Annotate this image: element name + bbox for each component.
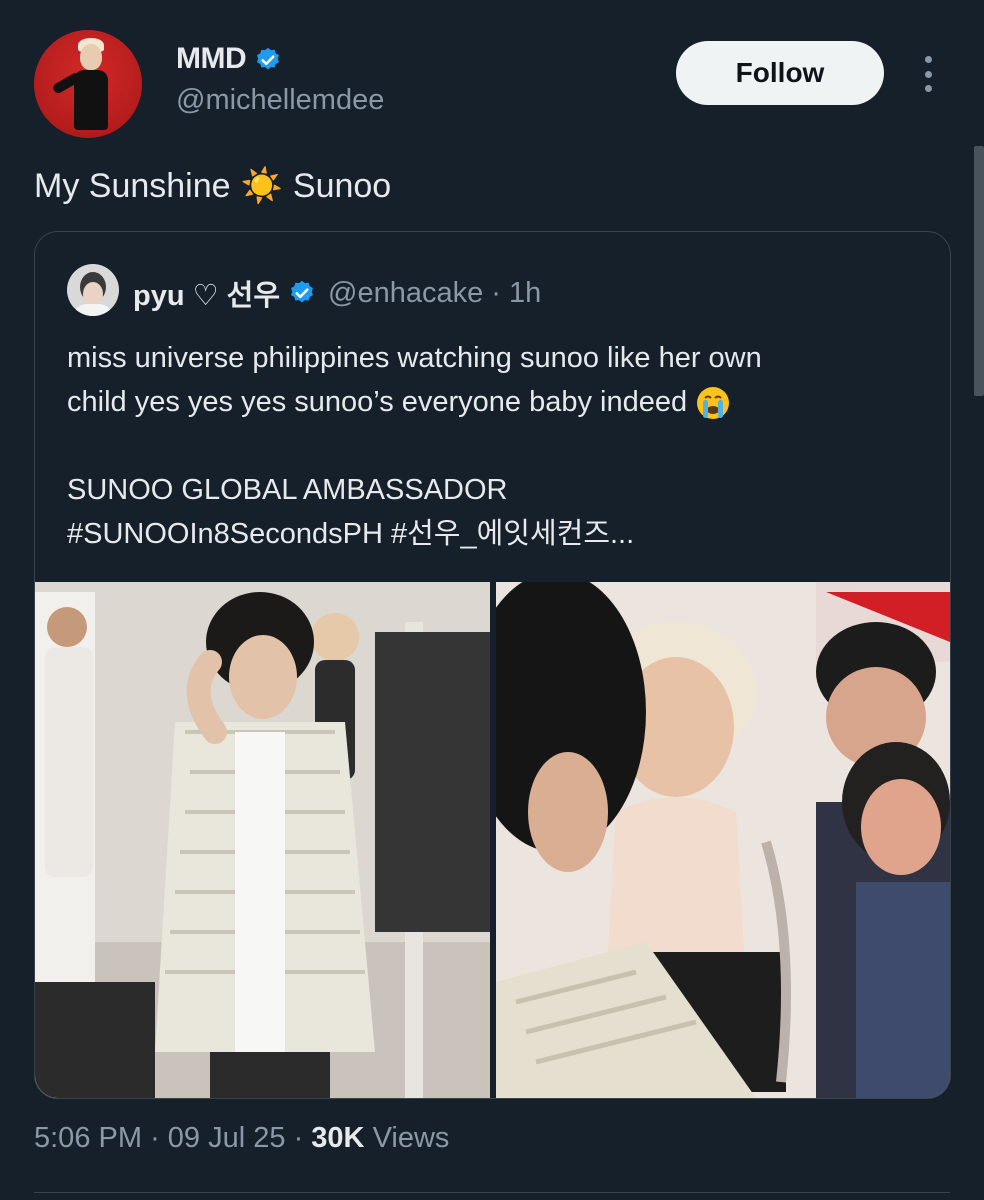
tweet-text-end: Sunoo bbox=[292, 166, 392, 205]
quoted-author-name[interactable]: pyu ♡ 선우 bbox=[133, 272, 280, 314]
sun-emoji-icon: ☀️ bbox=[240, 167, 283, 205]
author-name-row[interactable]: MMD bbox=[176, 42, 282, 76]
dot bbox=[924, 56, 932, 63]
avatar-dress bbox=[74, 70, 108, 130]
scrollbar[interactable] bbox=[974, 146, 984, 396]
dot bbox=[924, 70, 932, 78]
quoted-line: miss universe philippines watching sunoo… bbox=[67, 342, 762, 374]
quoted-text: miss universe philippines watching sunoo… bbox=[67, 336, 927, 556]
avatar-face bbox=[80, 44, 102, 70]
post-time[interactable]: 5:06 PM bbox=[34, 1122, 142, 1154]
quoted-author-handle[interactable]: @enhacake bbox=[328, 277, 483, 310]
dot bbox=[924, 85, 932, 92]
tweet-text-start: My Sunshine bbox=[34, 166, 231, 205]
author-name[interactable]: MMD bbox=[176, 42, 247, 75]
quoted-time[interactable]: · 1h bbox=[491, 277, 541, 310]
tweet-text: My Sunshine ☀️ Sunoo bbox=[34, 166, 391, 206]
more-options-icon[interactable] bbox=[918, 56, 938, 92]
quoted-line-with-emoji: child yes yes yes sunoo’s everyone baby … bbox=[67, 380, 927, 424]
photo-2-scene bbox=[496, 582, 950, 1098]
quoted-media[interactable] bbox=[35, 582, 950, 1098]
views-count[interactable]: 30K bbox=[311, 1122, 364, 1154]
quoted-hashtags[interactable]: #SUNOOIn8SecondsPH #선우_에잇세컨즈... bbox=[67, 512, 927, 556]
avatar-shirt bbox=[73, 304, 113, 316]
photo-2[interactable] bbox=[496, 582, 950, 1098]
verified-badge-icon bbox=[257, 47, 279, 70]
divider bbox=[34, 1192, 950, 1193]
avatar-face bbox=[83, 282, 103, 306]
verified-badge-icon bbox=[291, 280, 313, 303]
crying-face-icon bbox=[697, 387, 730, 420]
quoted-line: SUNOO GLOBAL AMBASSADOR bbox=[67, 474, 508, 506]
author-handle[interactable]: @michellemdee bbox=[176, 84, 384, 117]
separator: · bbox=[150, 1122, 160, 1154]
quoted-line: child yes yes yes sunoo’s everyone baby … bbox=[67, 386, 688, 418]
quoted-header: pyu ♡ 선우 @enhacake · 1h bbox=[133, 272, 541, 314]
views-label: Views bbox=[372, 1122, 450, 1154]
tweet-meta: 5:06 PM · 09 Jul 25 · 30K Views bbox=[34, 1122, 449, 1155]
quoted-author-avatar[interactable] bbox=[67, 264, 119, 316]
author-avatar[interactable] bbox=[34, 30, 142, 138]
photo-1-scene bbox=[35, 582, 490, 1098]
separator: · bbox=[293, 1122, 304, 1154]
quoted-tweet[interactable]: pyu ♡ 선우 @enhacake · 1h miss universe ph… bbox=[34, 231, 951, 1099]
photo-1[interactable] bbox=[35, 582, 490, 1098]
post-date[interactable]: 09 Jul 25 bbox=[168, 1122, 286, 1154]
follow-button[interactable]: Follow bbox=[676, 41, 884, 105]
